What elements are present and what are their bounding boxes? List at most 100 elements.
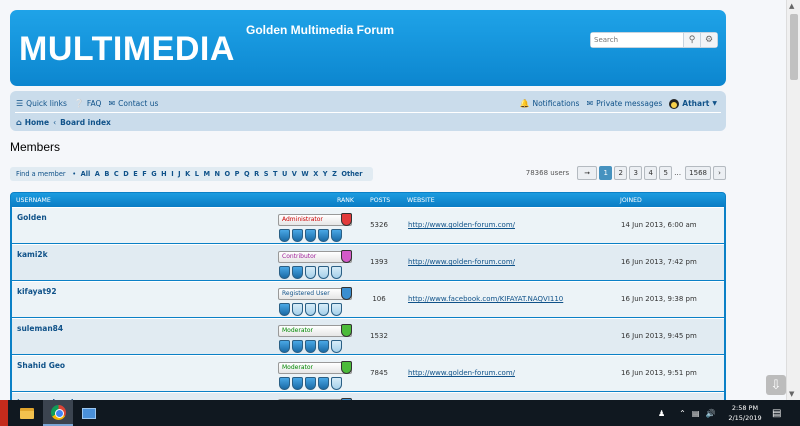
scrollbar-thumb[interactable] (790, 14, 798, 80)
col-username[interactable]: USERNAME (16, 197, 51, 204)
alpha-letter-e[interactable]: E (133, 170, 138, 178)
shield-icon (305, 266, 316, 279)
alpha-letter-m[interactable]: M (203, 170, 210, 178)
alpha-letter-z[interactable]: Z (332, 170, 337, 178)
alpha-letter-a[interactable]: A (95, 170, 100, 178)
breadcrumb-board-index[interactable]: Board index (60, 118, 111, 127)
member-website-link[interactable]: http://www.facebook.com/KIFAYAT.NAQVI110 (408, 295, 563, 303)
user-menu-button[interactable]: Athart ▼ (669, 98, 720, 109)
alpha-all[interactable]: All (81, 170, 91, 178)
quick-links-label: Quick links (26, 99, 67, 108)
member-posts[interactable]: 106 (364, 295, 394, 303)
alpha-letter-g[interactable]: G (151, 170, 156, 178)
alpha-letter-t[interactable]: T (273, 170, 278, 178)
scroll-down-icon[interactable]: ▼ (789, 390, 794, 398)
chevron-up-icon[interactable]: ⌃ (679, 409, 686, 418)
member-username[interactable]: suleman84 (17, 324, 63, 333)
alpha-letter-c[interactable]: C (114, 170, 119, 178)
member-username[interactable]: kami2k (17, 250, 48, 259)
rank-text: Contributor (282, 253, 317, 260)
col-rank[interactable]: RANK (337, 197, 354, 204)
alpha-letter-h[interactable]: H (161, 170, 167, 178)
member-posts[interactable]: 1532 (364, 332, 394, 340)
alpha-letter-x[interactable]: X (313, 170, 318, 178)
alpha-letter-j[interactable]: J (178, 170, 180, 178)
rank-badge-icon (341, 287, 352, 300)
alpha-letter-u[interactable]: U (282, 170, 287, 178)
member-username[interactable]: kifayat92 (17, 287, 57, 296)
page-5[interactable]: 5 (659, 166, 673, 180)
alpha-letter-o[interactable]: O (225, 170, 231, 178)
member-website-link[interactable]: http://www.golden-forum.com/ (408, 258, 515, 266)
member-username[interactable]: Shahid Geo (17, 361, 65, 370)
contact-label: Contact us (118, 99, 159, 108)
col-website[interactable]: WEBSITE (407, 197, 435, 204)
rank-badge-icon (341, 250, 352, 263)
gear-icon[interactable]: ⚙ (700, 33, 717, 47)
page-1[interactable]: 1 (599, 166, 613, 180)
start-button[interactable] (0, 400, 8, 426)
chrome-button[interactable] (43, 400, 73, 426)
search-icon[interactable]: ⚲ (683, 33, 700, 47)
file-explorer-button[interactable] (12, 400, 42, 426)
network-icon[interactable]: ▤ (692, 409, 700, 418)
alpha-letter-k[interactable]: K (185, 170, 190, 178)
alpha-letter-y[interactable]: Y (323, 170, 328, 178)
alpha-letter-i[interactable]: I (171, 170, 173, 178)
private-messages-link[interactable]: ✉ Private messages (586, 99, 662, 108)
member-posts[interactable]: 1393 (364, 258, 394, 266)
alpha-letter-p[interactable]: P (235, 170, 240, 178)
nav-links: ☰ Quick links ❔ FAQ ✉ Contact us 🔔 Notif… (16, 96, 720, 111)
alpha-letter-b[interactable]: B (104, 170, 109, 178)
page-2[interactable]: 2 (614, 166, 628, 180)
quick-links-button[interactable]: ☰ Quick links (16, 99, 67, 108)
alpha-letter-s[interactable]: S (264, 170, 269, 178)
notification-center[interactable]: ▤ (772, 400, 781, 426)
shield-icon (331, 229, 342, 242)
alpha-letter-w[interactable]: W (301, 170, 308, 178)
breadcrumb-home[interactable]: Home (25, 118, 49, 127)
volume-icon[interactable]: 🔊 (705, 409, 715, 418)
alpha-letter-r[interactable]: R (254, 170, 259, 178)
username-label: Athart (682, 99, 710, 108)
notifications-button[interactable]: 🔔 Notifications (520, 99, 580, 108)
scroll-to-top-button[interactable]: ⇩ (766, 375, 786, 395)
alpha-letter-f[interactable]: F (142, 170, 147, 178)
people-icon[interactable]: ♟ (658, 409, 665, 418)
alpha-letter-q[interactable]: Q (244, 170, 250, 178)
table-header: USERNAME RANK POSTS WEBSITE JOINED (11, 193, 725, 207)
alpha-letter-v[interactable]: V (292, 170, 297, 178)
alpha-letter-n[interactable]: N (215, 170, 221, 178)
page-3[interactable]: 3 (629, 166, 643, 180)
member-posts[interactable]: 5326 (364, 221, 394, 229)
app-window-button[interactable] (74, 400, 104, 426)
alpha-letter-l[interactable]: L (195, 170, 199, 178)
rank-label: Contributor (278, 250, 352, 263)
site-logo[interactable]: MULTIMEDIA (19, 30, 235, 69)
col-joined[interactable]: JOINED (620, 197, 642, 204)
site-name: Golden Multimedia Forum (246, 23, 395, 37)
member-website-link[interactable]: http://www.golden-forum.com/ (408, 369, 515, 377)
member-username[interactable]: Golden (17, 213, 47, 222)
clock[interactable]: 2:58 PM 2/15/2019 (722, 403, 768, 423)
notification-icon: ▤ (772, 407, 782, 419)
next-page-button[interactable]: › (713, 166, 726, 180)
find-member-link[interactable]: Find a member • (16, 170, 76, 178)
member-website-link[interactable]: http://www.golden-forum.com/ (408, 221, 515, 229)
page-4[interactable]: 4 (644, 166, 658, 180)
member-posts[interactable]: 7845 (364, 369, 394, 377)
alpha-letter-d[interactable]: D (123, 170, 128, 178)
alpha-other[interactable]: Other (341, 170, 362, 178)
question-icon: ❔ (73, 99, 84, 108)
rank-text: Moderator (282, 327, 313, 334)
taskbar: ♟ ⌃ ▤ 🔊 2:58 PM 2/15/2019 ▤ (0, 400, 800, 426)
col-posts[interactable]: POSTS (370, 197, 390, 204)
shield-icon (292, 340, 303, 353)
vertical-scrollbar[interactable]: ▲ ▼ (786, 0, 800, 400)
scroll-up-icon[interactable]: ▲ (789, 2, 794, 10)
contact-link[interactable]: ✉ Contact us (108, 99, 158, 108)
jump-to-page-button[interactable]: ➞ (577, 166, 598, 180)
page-last[interactable]: 1568 (685, 166, 711, 180)
faq-link[interactable]: ❔ FAQ (74, 99, 102, 108)
search-input[interactable] (591, 33, 683, 47)
